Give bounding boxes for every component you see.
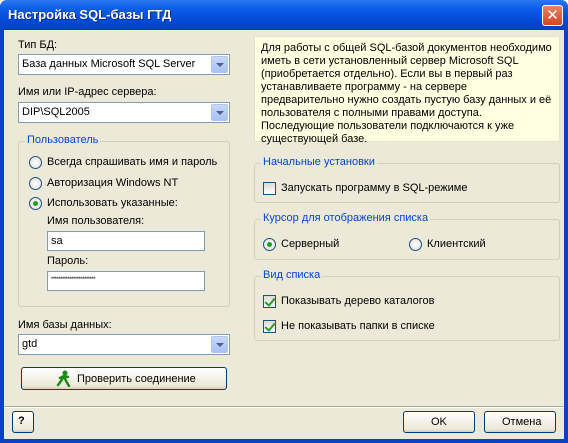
- password-label: Пароль:: [47, 255, 89, 267]
- ok-button[interactable]: OK: [403, 411, 475, 433]
- radio-cursor-server-label[interactable]: Серверный: [281, 238, 339, 250]
- username-value: sa: [51, 235, 63, 247]
- radio-windows-nt-label[interactable]: Авторизация Windows NT: [47, 177, 178, 189]
- list-view-title: Вид списка: [261, 269, 323, 281]
- close-icon: ✕: [546, 6, 559, 24]
- help-button[interactable]: ?: [12, 411, 34, 433]
- chevron-down-icon[interactable]: [211, 336, 228, 353]
- hide-folders-checkbox[interactable]: [263, 320, 276, 333]
- user-group-title: Пользователь: [25, 134, 101, 146]
- sql-mode-checkbox[interactable]: [263, 182, 276, 195]
- server-value: DIP\SQL2005: [22, 106, 90, 118]
- info-text: Для работы с общей SQL-базой документов …: [261, 42, 552, 145]
- username-field[interactable]: sa: [47, 231, 205, 251]
- radio-cursor-client[interactable]: [409, 238, 422, 251]
- username-label: Имя пользователя:: [47, 215, 145, 227]
- user-group: Пользователь Всегда спрашивать имя и пар…: [18, 134, 230, 307]
- database-label: Имя базы данных:: [18, 319, 112, 331]
- cancel-label: Отмена: [502, 416, 542, 428]
- db-type-value: База данных Microsoft SQL Server: [22, 58, 196, 70]
- dialog-body: Тип БД: База данных Microsoft SQL Server…: [4, 30, 564, 439]
- help-icon: ?: [18, 415, 25, 427]
- info-box: Для работы с общей SQL-базой документов …: [254, 36, 560, 145]
- check-connection-button[interactable]: Проверить соединение: [21, 367, 227, 390]
- chevron-down-icon[interactable]: [211, 56, 228, 73]
- radio-cursor-server[interactable]: [263, 238, 276, 251]
- list-view-group: Вид списка Показывать дерево каталогов Н…: [254, 269, 560, 341]
- db-type-label: Тип БД:: [18, 39, 58, 51]
- initial-settings-title: Начальные установки: [261, 156, 377, 168]
- footer-separator: [4, 406, 564, 408]
- ok-label: OK: [431, 416, 447, 428]
- server-label: Имя или IP-адрес сервера:: [18, 86, 157, 98]
- server-select[interactable]: DIP\SQL2005: [18, 102, 230, 123]
- database-select[interactable]: gtd: [18, 334, 230, 355]
- radio-cursor-client-label[interactable]: Клиентский: [427, 238, 486, 250]
- password-value: ************************: [51, 277, 96, 283]
- check-connection-label: Проверить соединение: [77, 373, 196, 385]
- close-button[interactable]: ✕: [542, 5, 563, 26]
- password-field[interactable]: ************************: [47, 271, 205, 291]
- radio-always-ask[interactable]: [29, 156, 42, 169]
- dialog-window: Настройка SQL-базы ГТД ✕ Тип БД: База да…: [0, 0, 568, 443]
- cursor-group-title: Курсор для отображения списка: [261, 212, 431, 224]
- chevron-down-icon[interactable]: [211, 104, 228, 121]
- window-title: Настройка SQL-базы ГТД: [8, 7, 172, 22]
- db-type-select[interactable]: База данных Microsoft SQL Server: [18, 54, 230, 75]
- sql-mode-label[interactable]: Запускать программу в SQL-режиме: [281, 182, 467, 194]
- radio-use-specified-label[interactable]: Использовать указанные:: [47, 197, 178, 209]
- title-bar[interactable]: Настройка SQL-базы ГТД ✕: [0, 0, 568, 30]
- initial-settings-group: Начальные установки Запускать программу …: [254, 156, 560, 203]
- radio-always-ask-label[interactable]: Всегда спрашивать имя и пароль: [47, 156, 217, 168]
- show-tree-label[interactable]: Показывать дерево каталогов: [281, 295, 434, 307]
- radio-use-specified[interactable]: [29, 197, 42, 210]
- running-man-icon: [56, 370, 71, 387]
- hide-folders-label[interactable]: Не показывать папки в списке: [281, 320, 435, 332]
- cursor-group: Курсор для отображения списка Серверный …: [254, 212, 560, 260]
- radio-windows-nt[interactable]: [29, 177, 42, 190]
- cancel-button[interactable]: Отмена: [484, 411, 556, 433]
- database-value: gtd: [22, 338, 38, 350]
- show-tree-checkbox[interactable]: [263, 295, 276, 308]
